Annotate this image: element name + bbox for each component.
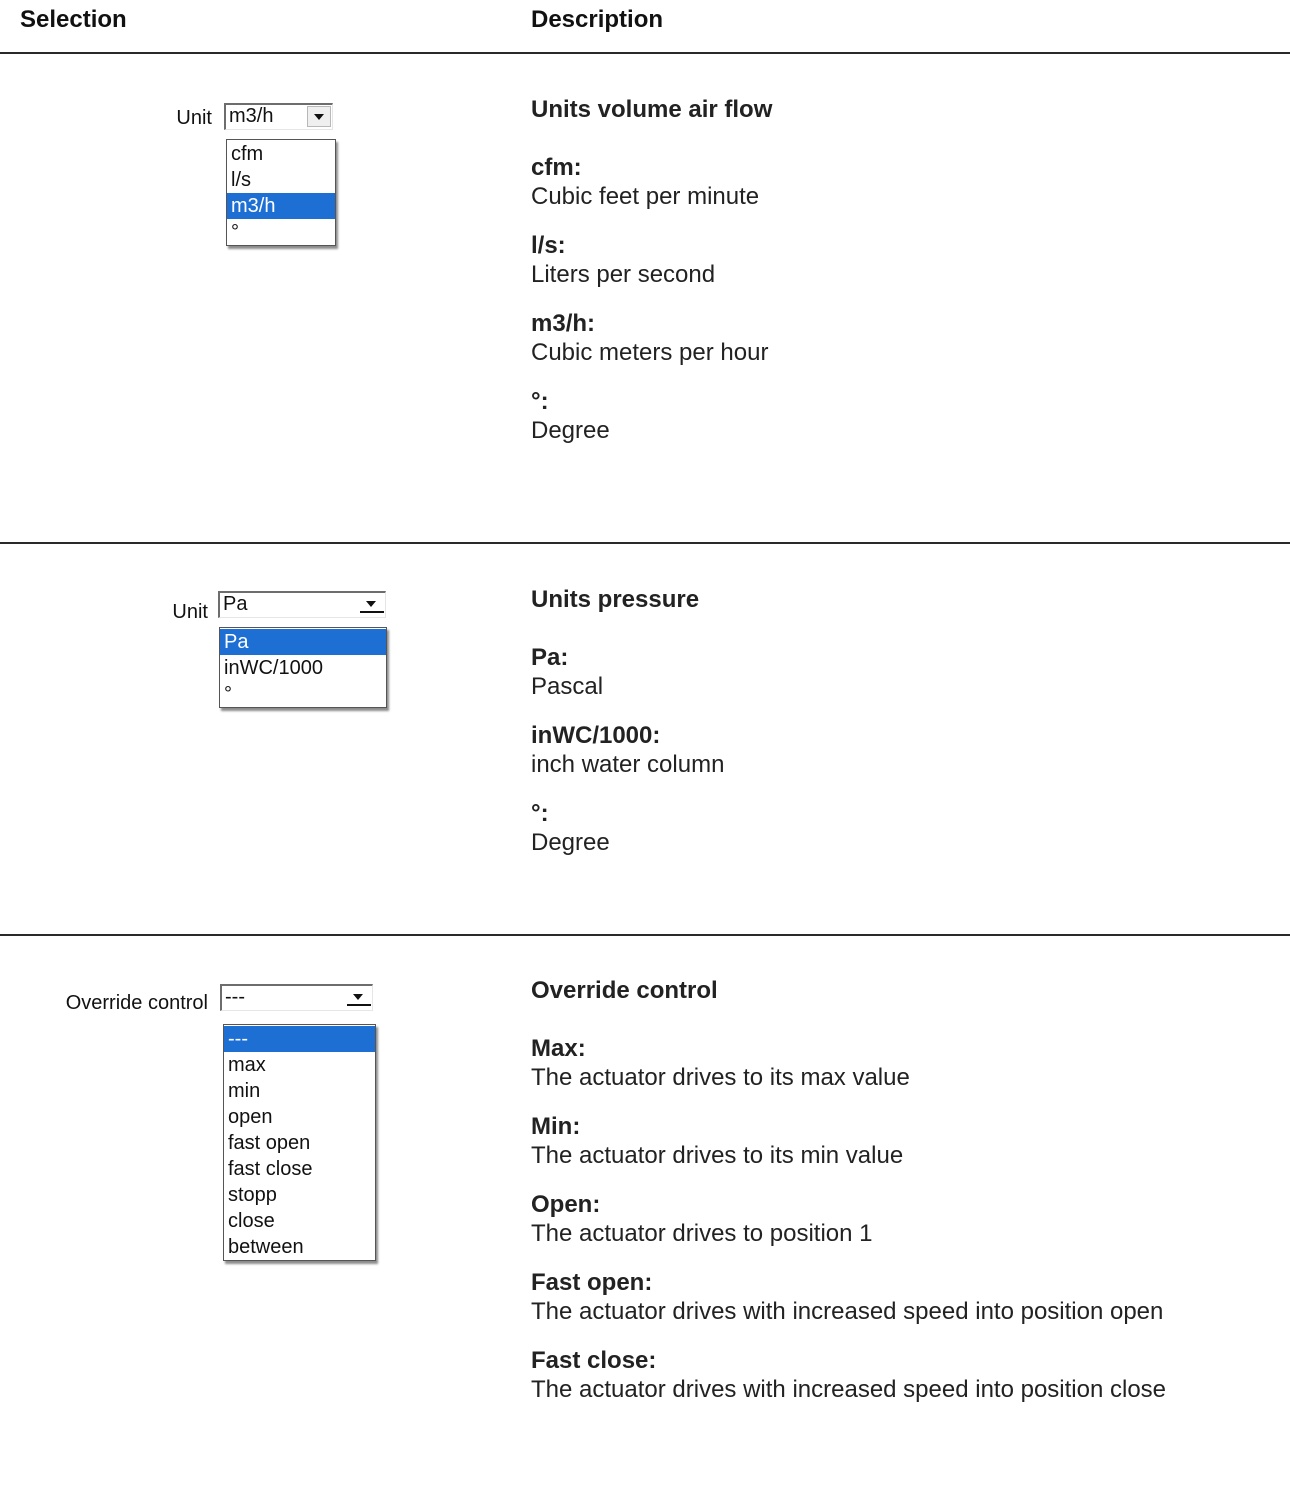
item-key: Pa: xyxy=(531,644,569,671)
chevron-down-icon[interactable] xyxy=(360,594,384,613)
item-value: Degree xyxy=(531,829,610,856)
dropdown-option[interactable]: inWC/1000 xyxy=(220,655,386,681)
item-value: Liters per second xyxy=(531,261,716,288)
item-key: °: xyxy=(531,800,549,827)
dropdown-option[interactable]: min xyxy=(224,1078,375,1104)
unit-combobox[interactable]: Pa xyxy=(218,591,386,618)
dropdown-option[interactable]: cfm xyxy=(227,141,335,167)
combo-value: Pa xyxy=(223,593,248,615)
description-item: Open: The actuator drives to position 1 xyxy=(531,1190,1166,1248)
description-item: l/s: Liters per second xyxy=(531,231,772,289)
combo-value: m3/h xyxy=(229,105,274,127)
section-divider xyxy=(0,542,1290,544)
description-item: Fast close: The actuator drives with inc… xyxy=(531,1346,1166,1404)
section-title: Units volume air flow xyxy=(531,96,773,123)
chevron-down-icon[interactable] xyxy=(347,987,371,1006)
item-value: Cubic feet per minute xyxy=(531,183,760,210)
description-item: °: Degree xyxy=(531,387,772,445)
item-value: inch water column xyxy=(531,751,725,778)
description-block: Override control Max: The actuator drive… xyxy=(531,976,1166,1424)
dropdown-option-selected[interactable]: --- xyxy=(224,1026,375,1052)
section-divider xyxy=(0,934,1290,936)
item-value: The actuator drives to position 1 xyxy=(531,1220,873,1247)
description-block: Units pressure Pa: Pascal inWC/1000: inc… xyxy=(531,585,724,877)
dropdown-option-selected[interactable]: Pa xyxy=(220,629,386,655)
dropdown-option[interactable]: ° xyxy=(227,219,335,245)
dropdown-option[interactable]: stopp xyxy=(224,1182,375,1208)
item-key: l/s: xyxy=(531,232,566,259)
item-key: Min: xyxy=(531,1113,581,1140)
description-item: cfm: Cubic feet per minute xyxy=(531,153,772,211)
dropdown-option-selected[interactable]: m3/h xyxy=(227,193,335,219)
description-item: °: Degree xyxy=(531,799,724,857)
dropdown-option[interactable]: between xyxy=(224,1234,375,1260)
item-key: cfm: xyxy=(531,154,582,181)
description-item: m3/h: Cubic meters per hour xyxy=(531,309,772,367)
selection-column-header: Selection xyxy=(20,6,127,33)
item-value: The actuator drives with increased speed… xyxy=(531,1376,1167,1403)
item-key: inWC/1000: xyxy=(531,722,661,749)
description-item: Fast open: The actuator drives with incr… xyxy=(531,1268,1166,1326)
description-block: Units volume air flow cfm: Cubic feet pe… xyxy=(531,95,772,465)
item-value: Pascal xyxy=(531,673,604,700)
dropdown-option[interactable]: open xyxy=(224,1104,375,1130)
item-value: Degree xyxy=(531,417,610,444)
dropdown-option[interactable]: close xyxy=(224,1208,375,1234)
override-control-dropdown-list: --- max min open fast open fast close st… xyxy=(223,1024,376,1261)
combo-value: --- xyxy=(225,986,245,1008)
dropdown-option[interactable]: fast open xyxy=(224,1130,375,1156)
item-value: The actuator drives to its max value xyxy=(531,1064,910,1091)
description-item: Max: The actuator drives to its max valu… xyxy=(531,1034,1166,1092)
description-item: Min: The actuator drives to its min valu… xyxy=(531,1112,1166,1170)
unit-combobox[interactable]: m3/h xyxy=(224,103,333,130)
unit-label: Unit xyxy=(176,107,212,129)
item-key: Max: xyxy=(531,1035,586,1062)
description-column-header: Description xyxy=(531,6,664,33)
item-value: The actuator drives to its min value xyxy=(531,1142,904,1169)
item-value: Cubic meters per hour xyxy=(531,339,769,366)
description-item: inWC/1000: inch water column xyxy=(531,721,724,779)
section-title: Units pressure xyxy=(531,586,700,613)
item-key: Fast close: xyxy=(531,1347,657,1374)
item-key: Open: xyxy=(531,1191,601,1218)
chevron-down-icon[interactable] xyxy=(307,106,331,127)
unit-label: Unit xyxy=(172,601,208,623)
description-item: Pa: Pascal xyxy=(531,643,724,701)
unit-dropdown-list: cfm l/s m3/h ° xyxy=(226,139,336,246)
item-key: m3/h: xyxy=(531,310,596,337)
unit-dropdown-list: Pa inWC/1000 ° xyxy=(219,627,387,708)
item-value: The actuator drives with increased speed… xyxy=(531,1298,1164,1325)
dropdown-option[interactable]: max xyxy=(224,1052,375,1078)
header-divider xyxy=(0,52,1290,54)
dropdown-option[interactable]: l/s xyxy=(227,167,335,193)
item-key: Fast open: xyxy=(531,1269,653,1296)
dropdown-option[interactable]: ° xyxy=(220,681,386,707)
dropdown-option[interactable]: fast close xyxy=(224,1156,375,1182)
override-control-combobox[interactable]: --- xyxy=(220,984,373,1011)
item-key: °: xyxy=(531,388,549,415)
override-control-label: Override control xyxy=(65,992,208,1014)
section-title: Override control xyxy=(531,977,718,1004)
